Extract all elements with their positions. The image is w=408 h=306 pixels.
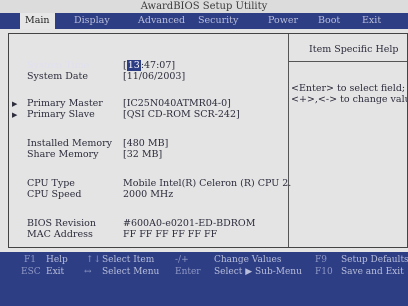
primary-master-label[interactable]: Primary Master (27, 98, 103, 109)
system-date-value[interactable]: [11/06/2003] (123, 71, 185, 82)
installed-memory-value: [480 MB] (123, 138, 169, 149)
cpu-type-value: Mobile Intel(R) Celeron (R) CPU 2. (123, 178, 292, 189)
left-right-arrows-icon: ↔ (84, 267, 92, 277)
cpu-speed-value: 2000 MHz (123, 189, 174, 200)
select-submenu-label: Select ▶ Sub-Menu (214, 267, 302, 277)
help-divider (289, 61, 407, 62)
up-down-arrows-icon: ↑↓ (86, 255, 102, 265)
main-panel: System Time [13:47:07] System Date [11/0… (8, 33, 408, 248)
system-date-label: System Date (27, 71, 88, 82)
select-menu-label: Select Menu (102, 267, 160, 277)
tab-power[interactable]: Power (268, 13, 298, 29)
primary-master-value[interactable]: [IC25N040ATMR04-0] (123, 98, 231, 109)
system-time-hour[interactable]: 13 (126, 60, 141, 71)
setup-defaults-label: Setup Defaults (341, 255, 408, 265)
tab-advanced[interactable]: Advanced (138, 13, 185, 29)
primary-slave-label[interactable]: Primary Slave (27, 109, 95, 120)
f9-key: F9 (315, 255, 327, 265)
tab-main[interactable]: Main (20, 13, 55, 29)
help-line-2: <+>,<-> to change value. (291, 94, 408, 105)
help-title: Item Specific Help (309, 44, 399, 55)
share-memory-label: Share Memory (27, 149, 99, 160)
bios-revision-label: BIOS Revision (27, 218, 96, 229)
enter-key: Enter (175, 267, 201, 277)
esc-exit-label: Exit (46, 267, 65, 277)
menu-bar: Main Display Advanced Security Power Boo… (0, 13, 408, 29)
plus-minus-key: -/+ (175, 255, 189, 265)
key-legend-bar: F1 Help ↑↓ Select Item -/+ Change Values… (0, 252, 408, 306)
f1-help-label: Help (46, 255, 68, 265)
primary-master-submenu-icon: ▶ (12, 100, 18, 108)
primary-slave-value[interactable]: [QSI CD-ROM SCR-242] (123, 109, 240, 120)
select-item-label: Select Item (102, 255, 155, 265)
cpu-speed-label: CPU Speed (27, 189, 82, 200)
window-title: AwardBIOS Setup Utility (0, 0, 408, 13)
tab-exit[interactable]: Exit (362, 13, 381, 29)
change-values-label: Change Values (214, 255, 282, 265)
tab-boot[interactable]: Boot (318, 13, 340, 29)
panel-divider (288, 34, 289, 247)
system-time-field[interactable]: [13:47:07] (123, 60, 175, 71)
mac-address-value: FF FF FF FF FF FF (123, 229, 218, 240)
tab-security[interactable]: Security (198, 13, 238, 29)
system-time-rest: :47:07] (140, 60, 176, 71)
tab-display[interactable]: Display (74, 13, 110, 29)
help-line-1: <Enter> to select field; (291, 83, 406, 94)
primary-slave-submenu-icon: ▶ (12, 111, 18, 119)
system-time-label: System Time (27, 60, 90, 71)
cpu-type-label: CPU Type (27, 178, 75, 189)
esc-key: ESC (21, 267, 41, 277)
installed-memory-label: Installed Memory (27, 138, 113, 149)
mac-address-label: MAC Address (27, 229, 93, 240)
f1-key: F1 (24, 255, 36, 265)
save-and-exit-label: Save and Exit (341, 267, 404, 277)
bios-revision-value: #600A0-e0201-ED-BDROM (123, 218, 256, 229)
share-memory-value[interactable]: [32 MB] (123, 149, 162, 160)
f10-key: F10 (315, 267, 333, 277)
